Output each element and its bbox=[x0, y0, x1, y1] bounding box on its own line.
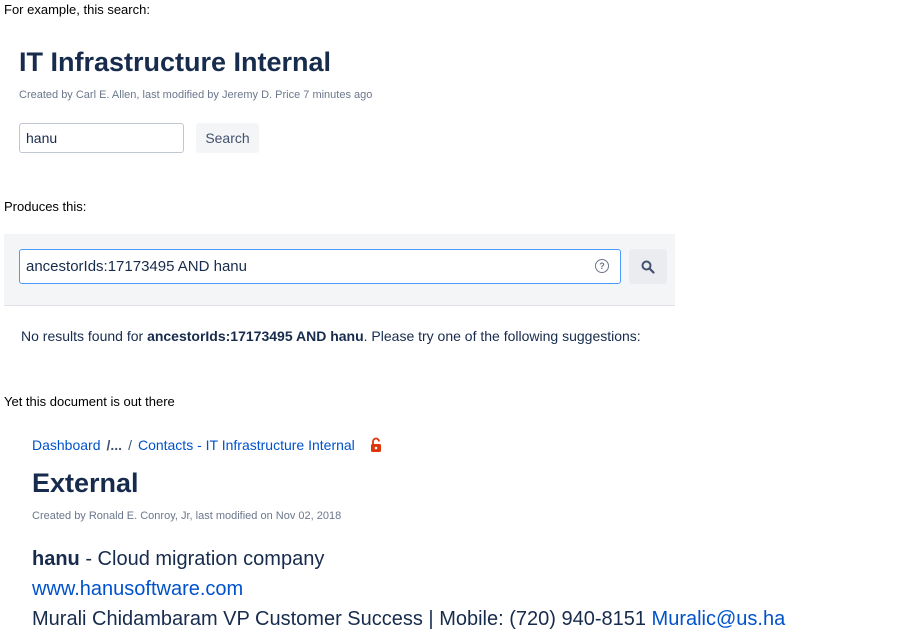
doc-contact-text: Murali Chidambaram VP Customer Success |… bbox=[32, 608, 652, 630]
search-input[interactable]: hanu bbox=[19, 123, 184, 153]
caption-produces: Produces this: bbox=[4, 199, 87, 214]
doc-meta: Created by Ronald E. Conroy, Jr, last mo… bbox=[32, 510, 342, 522]
doc-website-link[interactable]: www.hanusoftware.com bbox=[32, 578, 243, 601]
help-icon[interactable]: ? bbox=[595, 259, 609, 273]
caption-yet: Yet this document is out there bbox=[4, 394, 175, 409]
query-input[interactable]: ancestorIds:17173495 AND hanu bbox=[19, 249, 621, 284]
no-results-query: ancestorIds:17173495 AND hanu bbox=[147, 328, 364, 344]
search-button[interactable]: Search bbox=[196, 123, 259, 153]
caption-intro: For example, this search: bbox=[4, 2, 150, 17]
search-button-label: Search bbox=[205, 130, 250, 146]
breadcrumb-separator: / bbox=[128, 437, 132, 453]
breadcrumb-dashboard[interactable]: Dashboard bbox=[32, 437, 101, 453]
page-meta: Created by Carl E. Allen, last modified … bbox=[19, 89, 373, 101]
doc-contact-email[interactable]: Muralic@us.ha bbox=[652, 608, 786, 630]
search-icon bbox=[641, 260, 655, 274]
breadcrumb: Dashboard /... / Contacts - IT Infrastru… bbox=[32, 437, 383, 453]
search-submit-button[interactable] bbox=[629, 249, 667, 284]
search-input-value: hanu bbox=[26, 130, 58, 146]
doc-company-desc: - Cloud migration company bbox=[79, 548, 325, 570]
doc-line-company: hanu - Cloud migration company bbox=[32, 548, 324, 571]
page-title: IT Infrastructure Internal bbox=[19, 47, 332, 77]
breadcrumb-ellipsis[interactable]: /... bbox=[107, 437, 123, 453]
no-results-message: No results found for ancestorIds:1717349… bbox=[21, 328, 641, 344]
doc-line-contact: Murali Chidambaram VP Customer Success |… bbox=[32, 608, 785, 631]
no-results-suffix: . Please try one of the following sugges… bbox=[363, 328, 641, 344]
query-input-value: ancestorIds:17173495 AND hanu bbox=[26, 258, 247, 275]
doc-company-name: hanu bbox=[32, 548, 80, 570]
doc-title: External bbox=[32, 468, 139, 498]
breadcrumb-parent[interactable]: Contacts - IT Infrastructure Internal bbox=[138, 437, 355, 453]
unlocked-restriction-icon[interactable] bbox=[369, 437, 383, 453]
no-results-prefix: No results found for bbox=[21, 328, 148, 344]
